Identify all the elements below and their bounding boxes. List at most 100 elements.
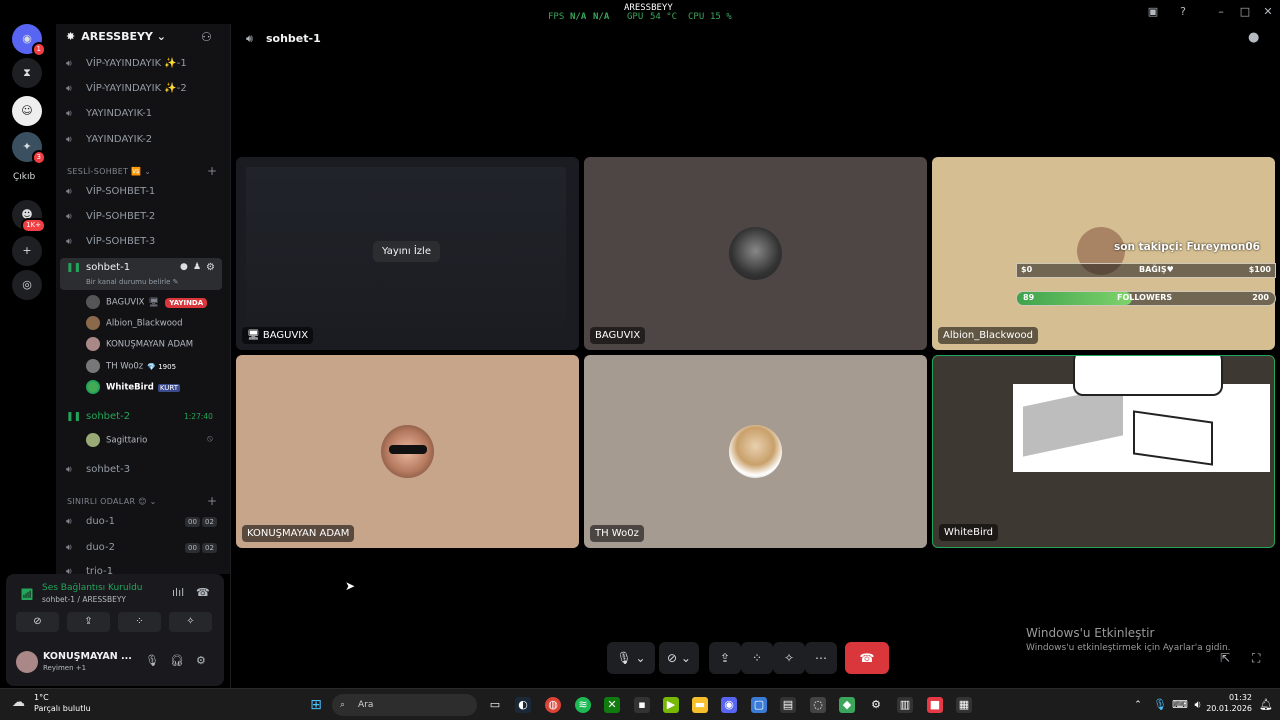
steam-icon[interactable]: ◐ [515,697,531,713]
soundboard-button[interactable]: ✧ [773,642,805,674]
channel-yayindayik-2[interactable]: 🔊︎ YAYINDAYIK-2 [66,134,152,145]
channel-vip-yayindayik-1[interactable]: 🔊︎ VİP-YAYINDAYIK ✨-1 [66,58,187,69]
channel-yayindayik-1[interactable]: 🔊︎ YAYINDAYIK-1 [66,108,152,119]
weather-desc[interactable]: Parçalı bulutlu [34,704,91,713]
inbox-icon[interactable]: ▣ [1145,4,1161,20]
chat-icon[interactable]: ● [180,262,188,272]
weather-temp[interactable]: 1°C [34,693,49,702]
home-discord-icon[interactable]: ◉ 1 [12,24,46,57]
connection-status[interactable]: Ses Bağlantısı Kuruldu [42,583,142,593]
clock-time[interactable]: 01:32 [1212,693,1252,702]
add-channel-icon[interactable]: + [207,494,217,508]
screen-share-button[interactable]: ⇪ [67,612,110,632]
channel-status[interactable]: Bir kanal durumu belirle ✎ [86,278,179,286]
guild-header[interactable]: ✸ ARESSBEYY ⌄ [66,30,166,43]
close-button[interactable]: ✕ [1260,4,1276,20]
category-sesli-sohbet[interactable]: SESLİ-SOHBET 🆚 ⌄ [67,167,151,176]
server-hourglass-icon[interactable]: ⧗ [12,58,42,88]
channel-trio-1[interactable]: 🔊︎ trio-1 [66,566,113,574]
server-2[interactable]: ✦ 3 [12,132,46,165]
video-tile-albion[interactable]: son takipçi: Fureymon06 Albion_Blackwood [932,157,1275,350]
microphone-toggle[interactable]: 🎙︎ ⌄ [607,642,655,674]
app-icon-8[interactable]: ▦ [956,697,972,713]
video-tile-th-wo0z[interactable]: TH Wo0z [584,355,927,548]
voice-user[interactable]: Albion_Blackwood [86,316,183,330]
notifications-icon[interactable]: 🔔︎ [1258,697,1274,713]
xbox-icon[interactable]: ✕ [604,697,620,713]
discover-icon[interactable]: ◎ [12,270,42,300]
voice-user[interactable]: WhiteBird KURT [86,380,180,394]
more-options-button[interactable]: ⋯ [805,642,837,674]
video-tile-konusmayan[interactable]: KONUŞMAYAN ADAM [236,355,579,548]
app-icon-6[interactable]: ▥ [897,697,913,713]
connection-channel[interactable]: sohbet-1 / ARESSBEYY [42,595,126,604]
network-icon[interactable]: ⌨ [1172,697,1188,713]
channel-duo-1[interactable]: 🔊︎ duo-1 [66,516,115,527]
fullscreen-icon[interactable]: ⛶ [1252,651,1260,666]
avatar[interactable] [16,651,38,673]
channel-sohbet-2[interactable]: ❚❚ sohbet-2 [66,411,130,422]
voice-user[interactable]: Sagittario [86,433,147,447]
soundboard-button[interactable]: ✧ [169,612,212,632]
server-folder-label[interactable]: Çıkıb [13,172,35,182]
settings-gear-icon[interactable]: ⚙ [206,262,215,273]
server-3[interactable]: ☻ 1K+ [12,200,46,233]
invite-member-icon[interactable]: ♟ [193,262,201,272]
app-icon-3[interactable]: ▤ [780,697,796,713]
task-view-icon[interactable]: ▭ [487,697,503,713]
activities-button[interactable]: ⁘ [741,642,773,674]
add-server-icon[interactable]: + [12,236,42,266]
mic-tray-icon[interactable]: 🎙︎ [1152,697,1168,713]
chat-bubble-icon[interactable]: ● [1248,30,1259,45]
channel-vip-yayindayik-2[interactable]: 🔊︎ VİP-YAYINDAYIK ✨-2 [66,83,187,94]
current-username[interactable]: KONUŞMAYAN ... [43,651,132,662]
app-icon-2[interactable]: ▢ [751,697,767,713]
video-tile-baguvix[interactable]: BAGUVIX [584,157,927,350]
app-icon-5[interactable]: ◆ [839,697,855,713]
add-channel-icon[interactable]: + [207,164,217,178]
microphone-icon[interactable]: 🎙︎ [145,654,159,667]
user-settings-icon[interactable]: ⚙ [196,654,206,667]
spotify-icon[interactable]: ≋ [575,697,591,713]
help-icon[interactable]: ? [1175,4,1191,20]
disconnect-icon[interactable]: ☎ [196,586,210,599]
nvidia-icon[interactable]: ▶ [663,697,679,713]
activities-button[interactable]: ⁘ [118,612,161,632]
clock-date[interactable]: 20.01.2026 [1200,704,1252,713]
watch-stream-button[interactable]: Yayını İzle [373,241,440,262]
category-sinirli-odalar[interactable]: SINIRLI ODALAR 😊 ⌄ [67,497,157,506]
chrome-icon[interactable]: ◍ [545,697,561,713]
noise-suppression-icon[interactable]: ılıl [172,586,184,599]
stream-tile-baguvix[interactable]: Yayını İzle 🖥︎ BAGUVIX [236,157,579,350]
screen-share-button[interactable]: ⇪ [709,642,741,674]
discord-icon[interactable]: ◉ [721,697,737,713]
weather-icon[interactable]: ☁ [12,695,25,710]
folder-icon[interactable]: ▬ [692,697,708,713]
server-1[interactable]: ☺ [12,96,42,126]
channel-sohbet-3[interactable]: 🔊︎ sohbet-3 [66,464,130,475]
channel-sohbet-1[interactable]: ❚❚ sohbet-1 [66,262,130,273]
camera-toggle[interactable]: ⊘ ⌄ [659,642,699,674]
channel-duo-2[interactable]: 🔊︎ duo-2 [66,542,115,553]
start-icon[interactable]: ⊞ [308,697,324,713]
chevron-up-icon[interactable]: ⌃ [1130,697,1146,713]
voice-user[interactable]: BAGUVIX 🖥︎ YAYINDA [86,295,208,309]
headphones-icon[interactable]: 🎧︎ [170,654,184,667]
popout-icon[interactable]: ⇱ [1220,651,1230,665]
search-box[interactable]: ⌕ Ara [332,694,477,716]
app-icon[interactable]: ▪ [634,697,650,713]
disconnect-call-button[interactable]: ☎ [845,642,889,674]
video-tile-whitebird[interactable]: WhiteBird [932,355,1275,548]
channel-vip-sohbet-1[interactable]: 🔊︎ VİP-SOHBET-1 [66,186,155,197]
settings-icon[interactable]: ⚙ [868,697,884,713]
invite-icon[interactable]: ⚇ [201,30,212,44]
voice-user[interactable]: TH Wo0z 💎 1905 [86,359,176,373]
app-icon-4[interactable]: ◌ [810,697,826,713]
minimize-button[interactable]: – [1213,4,1229,20]
app-icon-7[interactable]: ■ [927,697,943,713]
camera-off-button[interactable]: ⊘ [16,612,59,632]
voice-user[interactable]: KONUŞMAYAN ADAM [86,337,193,351]
channel-vip-sohbet-2[interactable]: 🔊︎ VİP-SOHBET-2 [66,211,155,222]
maximize-button[interactable]: □ [1237,4,1253,20]
channel-vip-sohbet-3[interactable]: 🔊︎ VİP-SOHBET-3 [66,236,155,247]
